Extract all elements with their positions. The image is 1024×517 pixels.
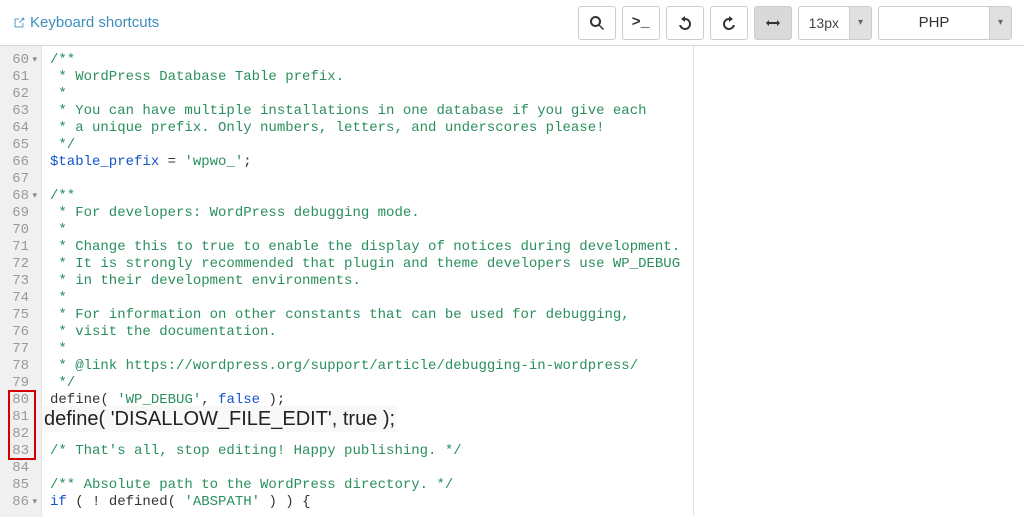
- redo-button[interactable]: [710, 6, 748, 40]
- line-number: 70: [2, 222, 37, 239]
- line-number: 61: [2, 69, 37, 86]
- keyboard-shortcuts-label: Keyboard shortcuts: [30, 14, 159, 31]
- code-line: * in their development environments.: [50, 273, 1016, 290]
- line-number: 78: [2, 358, 37, 375]
- code-line: * Change this to true to enable the disp…: [50, 239, 1016, 256]
- code-line: [50, 460, 1016, 477]
- toolbar-left: Keyboard shortcuts: [12, 14, 159, 31]
- undo-icon: [677, 15, 693, 31]
- fontsize-value: 13px: [799, 15, 849, 31]
- wrap-toggle-button[interactable]: [754, 6, 792, 40]
- line-number: 60: [2, 52, 37, 69]
- code-line: /** Absolute path to the WordPress direc…: [50, 477, 1016, 494]
- code-line: /**: [50, 52, 1016, 69]
- code-line: * For information on other constants tha…: [50, 307, 1016, 324]
- code-line: if ( ! defined( 'ABSPATH' ) ) {: [50, 494, 1016, 511]
- line-number: 62: [2, 86, 37, 103]
- line-number: 84: [2, 460, 37, 477]
- line-number: 64: [2, 120, 37, 137]
- line-number: 71: [2, 239, 37, 256]
- code-editor[interactable]: 6061626364656667686970717273747576777879…: [0, 46, 1024, 517]
- code-line: */: [50, 375, 1016, 392]
- line-number: 76: [2, 324, 37, 341]
- external-link-icon: [12, 16, 26, 30]
- editor-toolbar: Keyboard shortcuts >_ 13px ▾ PHP ▾: [0, 0, 1024, 46]
- line-number: 65: [2, 137, 37, 154]
- code-line: * For developers: WordPress debugging mo…: [50, 205, 1016, 222]
- code-line: $table_prefix = 'wpwo_';: [50, 154, 1016, 171]
- chevron-down-icon: ▾: [989, 7, 1011, 39]
- arrows-horizontal-icon: [765, 15, 781, 31]
- keyboard-shortcuts-link[interactable]: Keyboard shortcuts: [12, 14, 159, 31]
- language-value: PHP: [879, 14, 989, 31]
- code-line: */: [50, 137, 1016, 154]
- code-line: * @link https://wordpress.org/support/ar…: [50, 358, 1016, 375]
- code-line: * You can have multiple installations in…: [50, 103, 1016, 120]
- line-number: 73: [2, 273, 37, 290]
- line-number: 68: [2, 188, 37, 205]
- line-number: 63: [2, 103, 37, 120]
- code-line: *: [50, 222, 1016, 239]
- line-number: 77: [2, 341, 37, 358]
- undo-button[interactable]: [666, 6, 704, 40]
- line-number: 69: [2, 205, 37, 222]
- code-area[interactable]: /** * WordPress Database Table prefix. *…: [42, 46, 1024, 517]
- line-number: 75: [2, 307, 37, 324]
- line-number: 83: [2, 443, 37, 460]
- vertical-ruler: [693, 46, 694, 516]
- line-number: 66: [2, 154, 37, 171]
- code-line: * visit the documentation.: [50, 324, 1016, 341]
- console-icon: >_: [632, 14, 650, 31]
- line-number: 79: [2, 375, 37, 392]
- code-line: [50, 171, 1016, 188]
- search-icon: [589, 15, 605, 31]
- line-number: 85: [2, 477, 37, 494]
- inserted-code-overlay: define( 'DISALLOW_FILE_EDIT', true );: [42, 406, 397, 432]
- fontsize-select[interactable]: 13px ▾: [798, 6, 872, 40]
- code-line: *: [50, 290, 1016, 307]
- code-line: *: [50, 86, 1016, 103]
- code-line: * It is strongly recommended that plugin…: [50, 256, 1016, 273]
- search-button[interactable]: [578, 6, 616, 40]
- line-number: 80: [2, 392, 37, 409]
- redo-icon: [721, 15, 737, 31]
- code-line: * a unique prefix. Only numbers, letters…: [50, 120, 1016, 137]
- gutter-wrap: 6061626364656667686970717273747576777879…: [0, 46, 42, 517]
- code-line: * WordPress Database Table prefix.: [50, 69, 1016, 86]
- code-line: *: [50, 341, 1016, 358]
- line-number: 81: [2, 409, 37, 426]
- console-button[interactable]: >_: [622, 6, 660, 40]
- line-number: 82: [2, 426, 37, 443]
- chevron-down-icon: ▾: [849, 7, 871, 39]
- language-select[interactable]: PHP ▾: [878, 6, 1012, 40]
- line-number: 67: [2, 171, 37, 188]
- line-number: 86: [2, 494, 37, 511]
- code-line: /**: [50, 188, 1016, 205]
- line-number: 72: [2, 256, 37, 273]
- code-line: /* That's all, stop editing! Happy publi…: [50, 443, 1016, 460]
- toolbar-right: >_ 13px ▾ PHP ▾: [578, 6, 1012, 40]
- line-number-gutter: 6061626364656667686970717273747576777879…: [0, 46, 42, 517]
- line-number: 74: [2, 290, 37, 307]
